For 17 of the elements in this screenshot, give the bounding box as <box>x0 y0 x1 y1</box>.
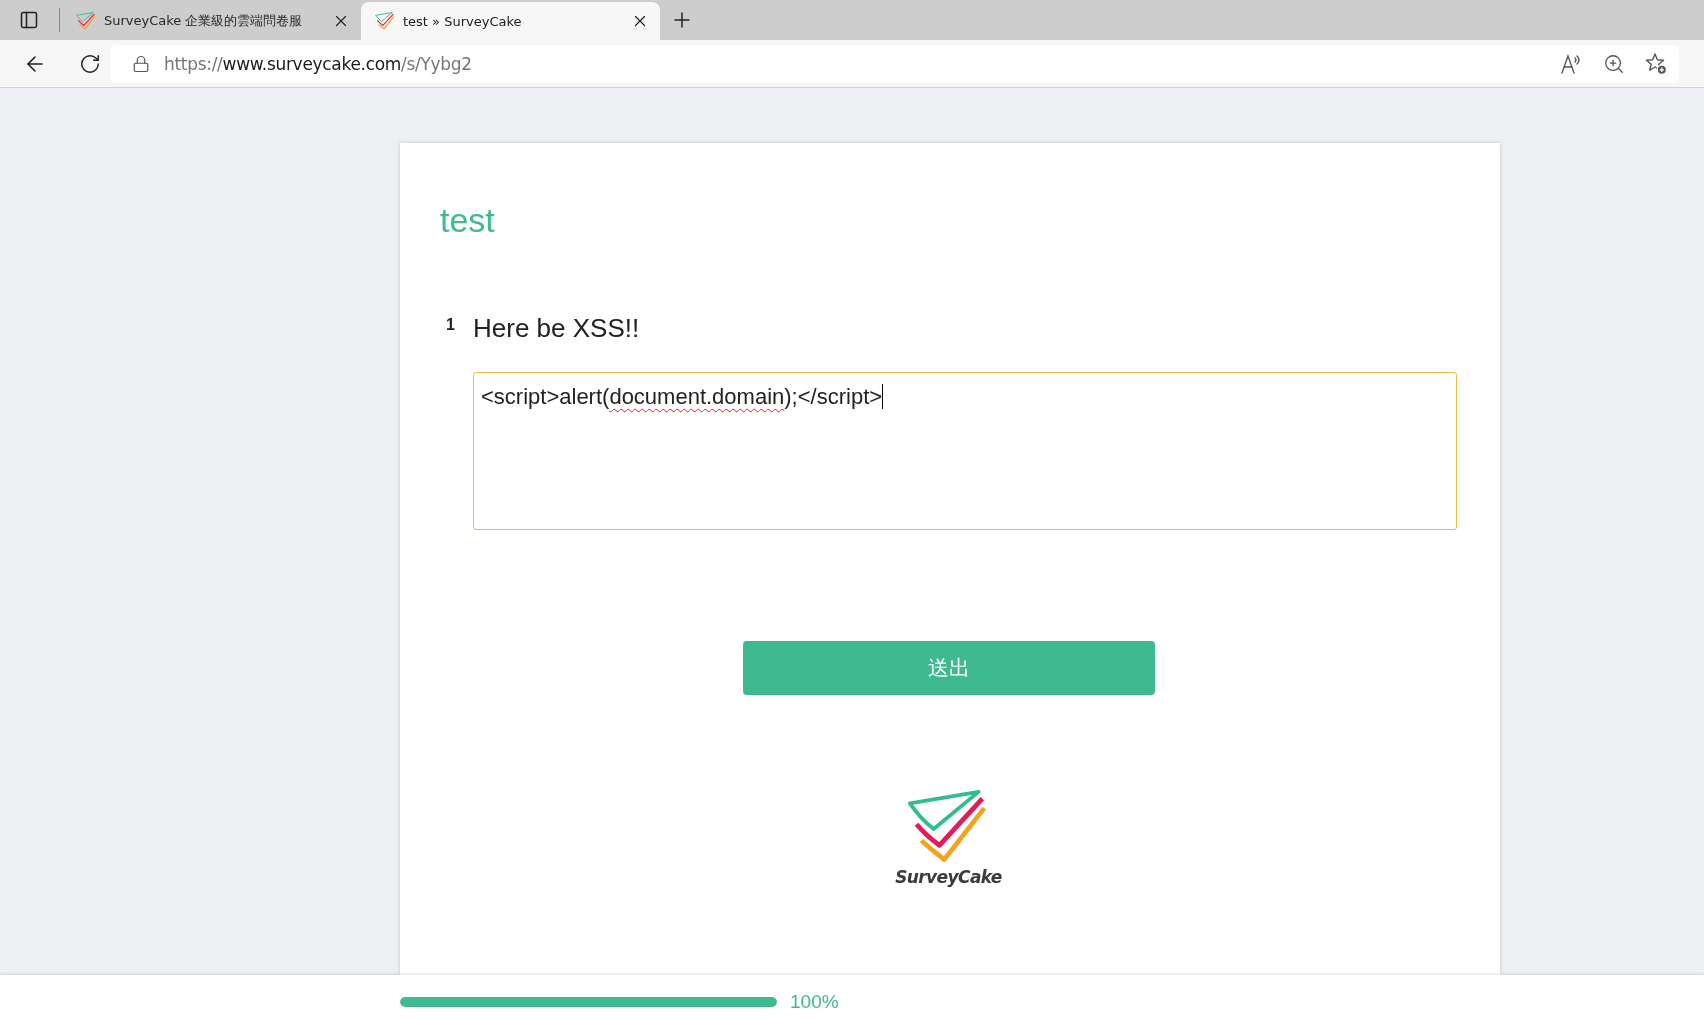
lock-icon <box>132 54 150 73</box>
logo-wordmark: SurveyCake <box>895 867 1002 888</box>
address-bar[interactable]: https://www.surveycake.com/s/Yybg2 <box>110 44 1679 83</box>
url-text: https://www.surveycake.com/s/Yybg2 <box>164 53 472 74</box>
text-cursor-icon <box>882 384 884 409</box>
answer-box[interactable]: <script>alert(document.domain);</script> <box>473 372 1457 530</box>
zoom-icon[interactable] <box>1603 52 1625 75</box>
favicon-icon <box>375 11 395 31</box>
add-favorite-icon[interactable] <box>1645 52 1667 75</box>
question-text: Here be XSS!! <box>473 312 640 344</box>
favicon-icon <box>76 11 96 31</box>
browser-tab[interactable]: test » SurveyCake <box>361 2 660 40</box>
progress-reading: 100% <box>790 991 839 1013</box>
survey-title: test <box>440 200 495 240</box>
read-aloud-icon[interactable] <box>1561 53 1583 74</box>
question-number: 1 <box>446 315 456 335</box>
browser-tab[interactable]: SurveyCake 企業級的雲端問卷服 <box>62 2 361 40</box>
